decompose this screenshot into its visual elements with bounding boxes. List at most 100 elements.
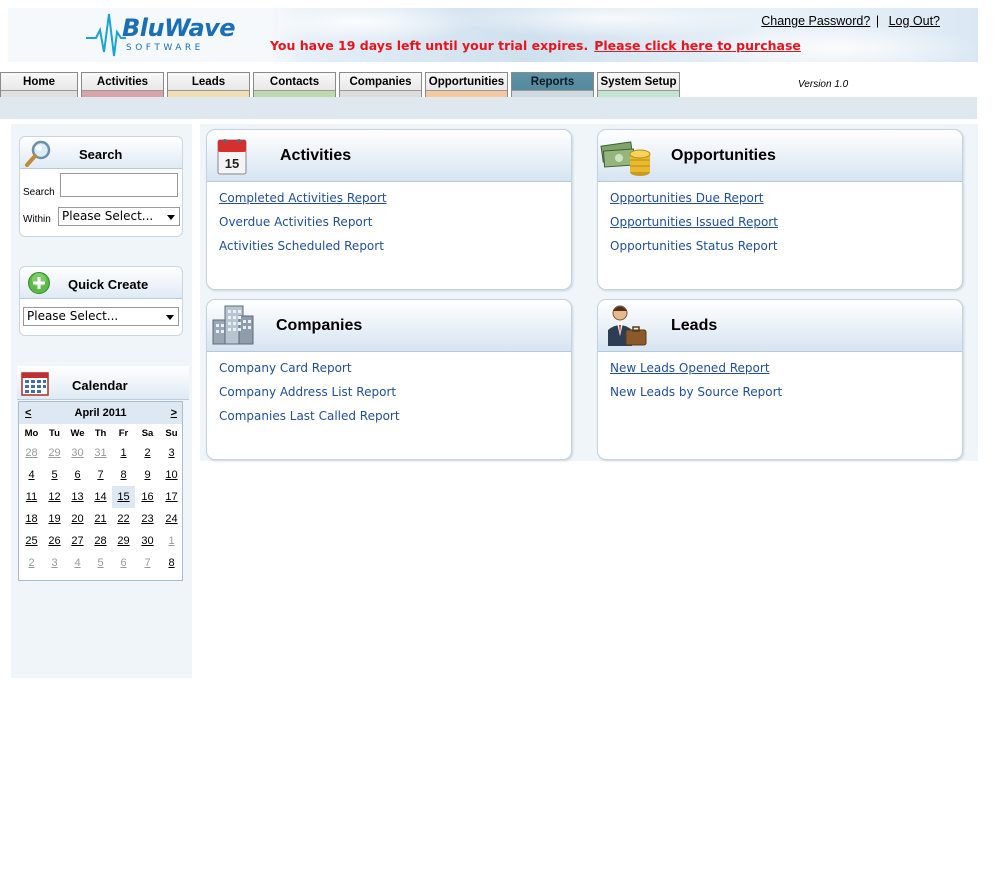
tab-system-setup-bar — [598, 90, 679, 97]
change-password-link[interactable]: Change Password? — [761, 14, 870, 28]
calendar-next-link[interactable]: > — [171, 407, 177, 419]
money-coins-icon — [600, 141, 651, 176]
calendar-day[interactable]: 22 — [112, 508, 135, 530]
logo-text: BluWave — [122, 14, 236, 42]
tab-activities[interactable]: Activities — [81, 72, 164, 98]
calendar-day[interactable]: 18 — [20, 508, 43, 530]
calendar-day[interactable]: 24 — [160, 508, 183, 530]
calendar-day[interactable]: 4 — [20, 464, 43, 486]
calendar-day[interactable]: 6 — [66, 464, 89, 486]
calendar-day[interactable]: 14 — [89, 486, 112, 508]
within-label: Within — [23, 214, 51, 225]
calendar-day[interactable]: 7 — [89, 464, 112, 486]
quick-create-select[interactable]: Please Select... — [23, 307, 179, 326]
report-link[interactable]: Opportunities Status Report — [610, 238, 778, 262]
calendar-day[interactable]: 30 — [136, 530, 159, 552]
calendar-day[interactable]: 3 — [160, 442, 183, 464]
calendar-day[interactable]: 11 — [20, 486, 43, 508]
report-link[interactable]: New Leads by Source Report — [610, 384, 782, 408]
calendar-day[interactable]: 19 — [43, 508, 66, 530]
main-nav: Home Activities Leads Contacts Companies… — [0, 72, 690, 98]
calendar-day[interactable]: 2 — [20, 552, 43, 574]
trial-notice: You have 19 days left until your trial e… — [270, 38, 801, 53]
calendar-day[interactable]: 27 — [66, 530, 89, 552]
tab-reports[interactable]: Reports — [511, 72, 594, 98]
calendar-day[interactable]: 12 — [43, 486, 66, 508]
calendar-weekday-label: Tu — [49, 428, 60, 439]
calendar-day[interactable]: 4 — [66, 552, 89, 574]
companies-panel: Companies Company Card Report Company Ad… — [206, 299, 572, 460]
calendar-day[interactable]: 2 — [136, 442, 159, 464]
calendar-day[interactable]: 17 — [160, 486, 183, 508]
report-link[interactable]: Overdue Activities Report — [219, 214, 387, 238]
magnifier-icon — [25, 140, 51, 167]
calendar-day[interactable]: 1 — [112, 442, 135, 464]
report-link[interactable]: Company Card Report — [219, 360, 400, 384]
calendar-day[interactable]: 21 — [89, 508, 112, 530]
quick-create-title: Quick Create — [68, 277, 149, 292]
report-link[interactable]: Activities Scheduled Report — [219, 238, 387, 262]
calendar-day[interactable]: 29 — [112, 530, 135, 552]
tab-contacts-bar — [254, 90, 335, 97]
calendar-day[interactable]: 10 — [160, 464, 183, 486]
calendar-day[interactable]: 15 — [112, 486, 135, 508]
tab-activities-label: Activities — [96, 76, 149, 88]
opportunities-panel-title: Opportunities — [671, 147, 776, 164]
calendar-day[interactable]: 1 — [160, 530, 183, 552]
within-select-value: Please Select... — [62, 209, 154, 223]
within-select[interactable]: Please Select... — [58, 207, 180, 226]
account-links: Change Password? | Log Out? — [761, 14, 940, 28]
report-link[interactable]: New Leads Opened Report — [610, 360, 782, 384]
calendar-day[interactable]: 16 — [136, 486, 159, 508]
calendar-day[interactable]: 28 — [89, 530, 112, 552]
calendar-page-icon: 15 — [217, 139, 247, 175]
calendar-day[interactable]: 5 — [43, 464, 66, 486]
calendar-title: Calendar — [72, 378, 128, 393]
tab-opportunities[interactable]: Opportunities — [425, 72, 508, 98]
calendar-day[interactable]: 8 — [160, 552, 183, 574]
calendar-day[interactable]: 28 — [20, 442, 43, 464]
calendar-day[interactable]: 13 — [66, 486, 89, 508]
version-label: Version 1.0 — [798, 79, 849, 90]
tab-home[interactable]: Home — [0, 72, 78, 98]
calendar-day[interactable]: 23 — [136, 508, 159, 530]
bluwave-logo[interactable]: BluWave SOFTWARE — [86, 12, 236, 60]
calendar-day[interactable]: 30 — [66, 442, 89, 464]
calendar-month-bar: < April 2011 > — [19, 402, 182, 424]
calendar-day[interactable]: 31 — [89, 442, 112, 464]
tab-activities-bar — [82, 90, 163, 97]
tab-companies-bar — [340, 90, 421, 97]
calendar-day[interactable]: 26 — [43, 530, 66, 552]
activities-panel-header: 15 Activities — [207, 130, 571, 182]
search-input[interactable] — [60, 173, 178, 197]
calendar-day[interactable]: 20 — [66, 508, 89, 530]
logout-link[interactable]: Log Out? — [889, 14, 940, 28]
calendar-day[interactable]: 6 — [112, 552, 135, 574]
tab-leads[interactable]: Leads — [167, 72, 250, 98]
tab-contacts-label: Contacts — [269, 76, 320, 88]
report-link[interactable]: Opportunities Issued Report — [610, 214, 778, 238]
calendar-day[interactable]: 3 — [43, 552, 66, 574]
report-link[interactable]: Companies Last Called Report — [219, 408, 400, 432]
tab-system-setup[interactable]: System Setup — [597, 72, 680, 98]
calendar-day[interactable]: 7 — [136, 552, 159, 574]
wave-logo-icon — [86, 13, 126, 57]
companies-panel-header: Companies — [207, 300, 571, 352]
report-link[interactable]: Opportunities Due Report — [610, 190, 778, 214]
calendar-day[interactable]: 5 — [89, 552, 112, 574]
tab-home-bar — [1, 90, 77, 97]
tab-companies[interactable]: Companies — [339, 72, 422, 98]
report-link[interactable]: Completed Activities Report — [219, 190, 387, 214]
activities-panel: 15 Activities Completed Activities Repor… — [206, 129, 572, 290]
calendar-day[interactable]: 29 — [43, 442, 66, 464]
tab-reports-bar — [512, 90, 593, 97]
calendar-day[interactable]: 9 — [136, 464, 159, 486]
tab-contacts[interactable]: Contacts — [253, 72, 336, 98]
calendar-grid-icon — [21, 372, 49, 396]
tab-companies-label: Companies — [349, 76, 412, 88]
purchase-link[interactable]: Please click here to purchase — [594, 38, 801, 53]
calendar-day[interactable]: 25 — [20, 530, 43, 552]
report-link[interactable]: Company Address List Report — [219, 384, 400, 408]
calendar-header: Calendar — [17, 366, 189, 400]
calendar-day[interactable]: 8 — [112, 464, 135, 486]
